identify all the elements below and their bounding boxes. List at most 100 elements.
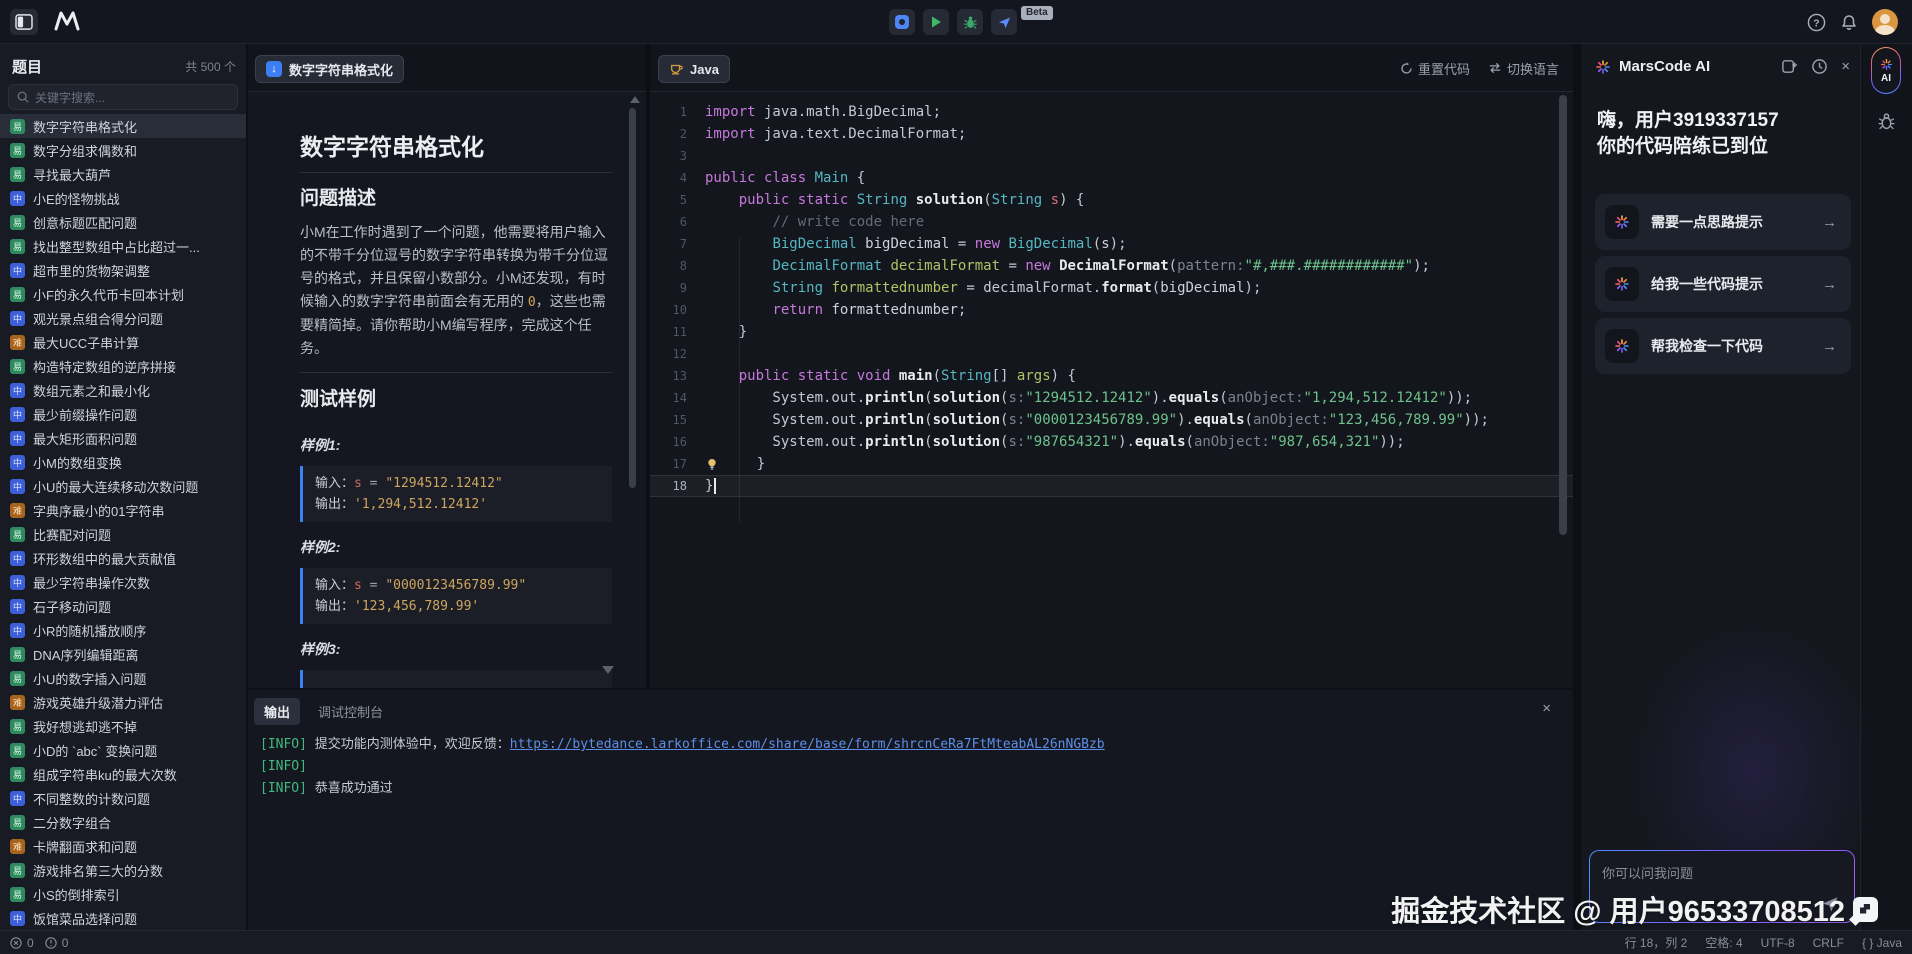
code-editor[interactable]: Java 重置代码 切换语言 <box>650 44 1573 688</box>
problem-item[interactable]: 中观光景点组合得分问题 <box>0 306 246 330</box>
sidebar-toggle-button[interactable] <box>10 9 38 35</box>
debug-rail-icon[interactable] <box>1877 112 1896 131</box>
code-line[interactable]: 17 } <box>650 453 1573 475</box>
problem-item[interactable]: 易小D的 `abc` 变换问题 <box>0 738 246 762</box>
problem-item[interactable]: 中小U的最大连续移动次数问题 <box>0 474 246 498</box>
code-line[interactable]: 1import java.math.BigDecimal; <box>650 101 1573 123</box>
warning-count[interactable]: 0 <box>62 936 69 950</box>
code-line[interactable]: 12 <box>650 343 1573 365</box>
code-line[interactable]: 7 BigDecimal bigDecimal = new BigDecimal… <box>650 233 1573 255</box>
difficulty-badge: 易 <box>10 287 25 302</box>
problem-item[interactable]: 易数字字符串格式化 <box>0 114 246 138</box>
reset-code-button[interactable]: 重置代码 <box>1400 59 1470 78</box>
code-line[interactable]: 4public class Main { <box>650 167 1573 189</box>
problem-tab[interactable]: ↓ 数字字符串格式化 <box>255 55 404 83</box>
close-ai-icon[interactable]: × <box>1841 58 1850 75</box>
code-area[interactable]: 1import java.math.BigDecimal;2import jav… <box>650 92 1573 688</box>
code-line[interactable]: 8 DecimalFormat decimalFormat = new Deci… <box>650 255 1573 277</box>
spark-icon <box>1614 214 1630 230</box>
submit-button[interactable] <box>991 9 1017 35</box>
problem-item[interactable]: 易DNA序列编辑距离 <box>0 642 246 666</box>
problem-item[interactable]: 易比赛配对问题 <box>0 522 246 546</box>
code-line[interactable]: 10 return formattednumber; <box>650 299 1573 321</box>
code-line[interactable]: 2import java.text.DecimalFormat; <box>650 123 1573 145</box>
bell-icon[interactable] <box>1840 13 1858 32</box>
problem-item[interactable]: 易二分数字组合 <box>0 810 246 834</box>
difficulty-badge: 中 <box>10 791 25 806</box>
new-chat-icon[interactable] <box>1781 58 1798 75</box>
problem-item[interactable]: 易小S的倒排索引 <box>0 882 246 906</box>
problem-item[interactable]: 中小M的数组变换 <box>0 450 246 474</box>
problem-item[interactable]: 中最少前缀操作问题 <box>0 402 246 426</box>
error-count[interactable]: 0 <box>27 936 34 950</box>
status-item[interactable]: { } Java <box>1862 936 1902 950</box>
problem-item[interactable]: 中小R的随机播放顺序 <box>0 618 246 642</box>
problem-item[interactable]: 易构造特定数组的逆序拼接 <box>0 354 246 378</box>
history-icon[interactable] <box>1811 58 1828 75</box>
feedback-link[interactable]: https://bytedance.larkoffice.com/share/b… <box>510 737 1105 752</box>
problem-item[interactable]: 易小F的永久代币卡回本计划 <box>0 282 246 306</box>
code-line[interactable]: 9 String formattednumber = decimalFormat… <box>650 277 1573 299</box>
scroll-down-indicator[interactable] <box>602 666 614 674</box>
problem-item[interactable]: 易寻找最大葫芦 <box>0 162 246 186</box>
problem-content[interactable]: 数字字符串格式化 问题描述 小M在工作时遇到了一个问题，他需要将用户输入的不带千… <box>300 92 612 688</box>
problem-item[interactable]: 中不同整数的计数问题 <box>0 786 246 810</box>
ai-suggestion-card[interactable]: 帮我检查一下代码→ <box>1595 318 1851 374</box>
problem-item[interactable]: 中最少字符串操作次数 <box>0 570 246 594</box>
code-line[interactable]: 14 System.out.println(solution(s:"129451… <box>650 387 1573 409</box>
problem-scrollbar[interactable] <box>629 108 636 488</box>
spark-icon <box>1880 58 1893 71</box>
problem-item[interactable]: 难字典序最小的01字符串 <box>0 498 246 522</box>
code-line[interactable]: 16 System.out.println(solution(s:"987654… <box>650 431 1573 453</box>
paper-plane-icon <box>997 15 1012 30</box>
close-output-icon[interactable]: × <box>1542 700 1551 717</box>
problem-item[interactable]: 易数字分组求偶数和 <box>0 138 246 162</box>
code-line[interactable]: 6 // write code here <box>650 211 1573 233</box>
problem-item[interactable]: 中环形数组中的最大贡献值 <box>0 546 246 570</box>
code-line[interactable]: 3 <box>650 145 1573 167</box>
help-icon[interactable]: ? <box>1807 13 1826 32</box>
avatar[interactable] <box>1872 9 1898 35</box>
ai-rail-button[interactable]: AI <box>1871 47 1901 94</box>
problem-item[interactable]: 中最大矩形面积问题 <box>0 426 246 450</box>
arrow-right-icon: → <box>1822 276 1837 293</box>
problem-item[interactable]: 易游戏排名第三大的分数 <box>0 858 246 882</box>
editor-scrollbar[interactable] <box>1559 95 1567 535</box>
code-line[interactable]: 18} <box>650 475 1573 497</box>
problem-item[interactable]: 难游戏英雄升级潜力评估 <box>0 690 246 714</box>
marscode-logo[interactable] <box>52 9 82 33</box>
status-item[interactable]: CRLF <box>1813 936 1844 950</box>
problem-item[interactable]: 中超市里的货物架调整 <box>0 258 246 282</box>
problem-item[interactable]: 易我好想逃却逃不掉 <box>0 714 246 738</box>
run-config-button[interactable] <box>889 9 915 35</box>
ai-suggestion-card[interactable]: 需要一点思路提示→ <box>1595 194 1851 250</box>
tab-debug-console[interactable]: 调试控制台 <box>318 702 383 721</box>
tab-output[interactable]: 输出 <box>254 698 300 725</box>
problem-item[interactable]: 难最大UCC子串计算 <box>0 330 246 354</box>
switch-language-button[interactable]: 切换语言 <box>1488 59 1559 78</box>
status-item[interactable]: UTF-8 <box>1761 936 1795 950</box>
status-item[interactable]: 空格: 4 <box>1705 934 1742 951</box>
language-tab[interactable]: Java <box>658 55 730 83</box>
code-line[interactable]: 13 public static void main(String[] args… <box>650 365 1573 387</box>
problem-item[interactable]: 易找出整型数组中占比超过一... <box>0 234 246 258</box>
lightbulb-icon[interactable] <box>705 457 719 471</box>
code-line[interactable]: 5 public static String solution(String s… <box>650 189 1573 211</box>
scroll-up-arrow[interactable] <box>630 96 640 103</box>
search-input[interactable]: 关键字搜索... <box>8 84 238 110</box>
debug-button[interactable] <box>957 9 983 35</box>
problem-item[interactable]: 易创意标题匹配问题 <box>0 210 246 234</box>
problem-item[interactable]: 易小U的数字插入问题 <box>0 666 246 690</box>
problem-item[interactable]: 中数组元素之和最小化 <box>0 378 246 402</box>
problem-item[interactable]: 中石子移动问题 <box>0 594 246 618</box>
problem-item[interactable]: 中小E的怪物挑战 <box>0 186 246 210</box>
problem-item[interactable]: 中饭馆菜品选择问题 <box>0 906 246 930</box>
difficulty-badge: 中 <box>10 623 25 638</box>
status-item[interactable]: 行 18，列 2 <box>1625 934 1688 951</box>
code-line[interactable]: 15 System.out.println(solution(s:"000012… <box>650 409 1573 431</box>
problem-item[interactable]: 易组成字符串ku的最大次数 <box>0 762 246 786</box>
run-button[interactable] <box>923 9 949 35</box>
problem-item[interactable]: 难卡牌翻面求和问题 <box>0 834 246 858</box>
code-line[interactable]: 11 } <box>650 321 1573 343</box>
ai-suggestion-card[interactable]: 给我一些代码提示→ <box>1595 256 1851 312</box>
